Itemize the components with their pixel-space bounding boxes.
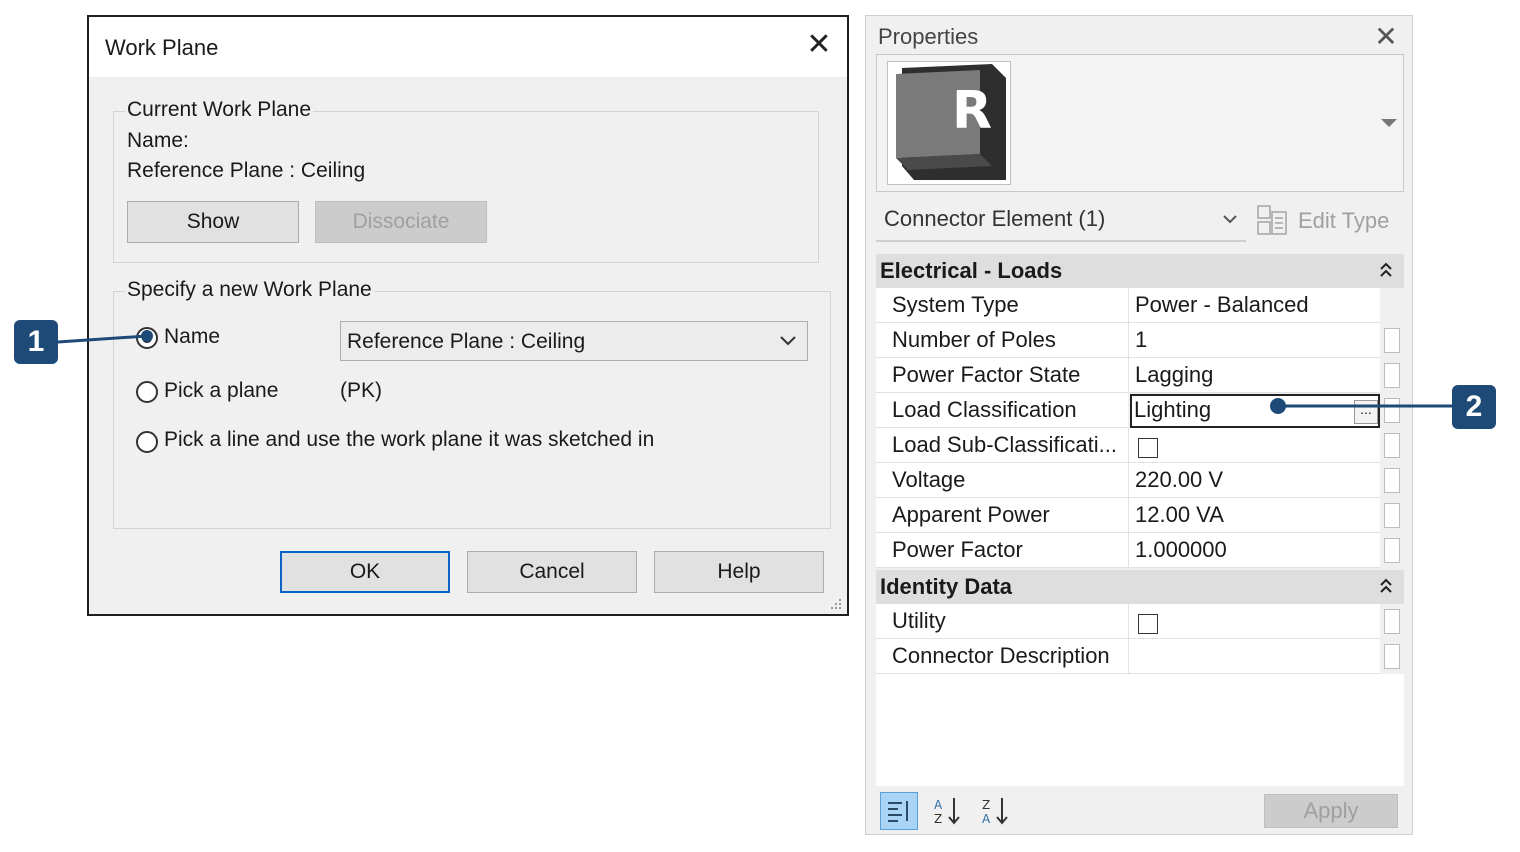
cancel-button[interactable]: Cancel — [467, 551, 637, 593]
sort-by-category-button[interactable] — [880, 792, 918, 830]
prop-value-connector-description[interactable] — [1128, 639, 1380, 674]
name-select[interactable]: Reference Plane : Ceiling — [340, 321, 808, 361]
prop-label-apparent-power: Apparent Power — [876, 498, 1128, 533]
associate-parameter-button[interactable] — [1384, 609, 1400, 634]
prop-value-voltage[interactable]: 220.00 V — [1128, 463, 1380, 498]
prop-label-utility: Utility — [876, 604, 1128, 639]
pick-plane-shortcut: (PK) — [340, 379, 382, 402]
prop-label-power-factor: Power Factor — [876, 533, 1128, 568]
browse-button[interactable]: ... — [1354, 400, 1378, 424]
svg-text:Z: Z — [982, 798, 990, 812]
type-dropdown-icon[interactable] — [1381, 115, 1397, 133]
svg-text:Z: Z — [934, 812, 942, 826]
sort-z-a-icon: ZA — [980, 796, 1010, 831]
utility-checkbox[interactable] — [1138, 614, 1158, 634]
associate-parameter-button[interactable] — [1384, 468, 1400, 493]
associate-parameter-button[interactable] — [1384, 328, 1400, 353]
collapse-icon[interactable] — [1378, 576, 1394, 602]
chevron-down-icon — [779, 332, 797, 356]
prop-value-load-sub-classification — [1128, 428, 1380, 463]
svg-text:R: R — [952, 81, 992, 141]
prop-value-power-factor-state[interactable]: Lagging — [1128, 358, 1380, 393]
properties-empty-area — [876, 674, 1404, 786]
section-identity-data[interactable]: Identity Data — [876, 570, 1404, 604]
pick-line-radio[interactable] — [136, 431, 158, 453]
close-icon[interactable]: ✕ — [1368, 20, 1404, 54]
associate-parameter-button[interactable] — [1384, 433, 1400, 458]
prop-value-apparent-power[interactable]: 12.00 VA — [1128, 498, 1380, 533]
dissociate-button[interactable]: Dissociate — [315, 201, 487, 243]
properties-title: Properties — [878, 24, 979, 49]
chevron-down-icon — [1222, 212, 1238, 230]
associate-parameter-button[interactable] — [1384, 363, 1400, 388]
type-selector-value: Connector Element (1) — [884, 206, 1106, 231]
prop-label-number-of-poles: Number of Poles — [876, 323, 1128, 358]
specify-work-plane-legend: Specify a new Work Plane — [125, 278, 374, 302]
prop-label-load-classification: Load Classification — [876, 393, 1128, 428]
close-icon[interactable]: ✕ — [801, 27, 837, 63]
prop-label-system-type: System Type — [876, 288, 1128, 323]
properties-palette: Properties ✕ R Connector Element (1) Edi… — [865, 15, 1413, 835]
resize-grip-icon[interactable] — [829, 597, 843, 616]
svg-text:A: A — [982, 812, 991, 826]
callout-badge-2: 2 — [1452, 385, 1496, 429]
name-radio[interactable] — [136, 327, 158, 349]
dialog-title: Work Plane — [105, 35, 219, 60]
sort-descending-button[interactable]: ZA — [978, 794, 1012, 828]
apply-button[interactable]: Apply — [1264, 794, 1398, 828]
associate-parameter-button[interactable] — [1384, 398, 1400, 423]
edit-type-button[interactable]: Edit Type — [1256, 204, 1396, 238]
work-plane-dialog: Work Plane ✕ Current Work Plane Name: Re… — [87, 15, 849, 616]
prop-label-load-sub-classification: Load Sub-Classificati... — [876, 428, 1128, 463]
prop-value-number-of-poles[interactable]: 1 — [1128, 323, 1380, 358]
pick-line-label: Pick a line and use the work plane it wa… — [164, 428, 655, 451]
show-button[interactable]: Show — [127, 201, 299, 243]
prop-label-voltage: Voltage — [876, 463, 1128, 498]
current-name-value: Reference Plane : Ceiling — [127, 159, 366, 182]
revit-logo-icon: R — [887, 61, 1011, 185]
associate-parameter-button[interactable] — [1384, 503, 1400, 528]
type-selector[interactable]: Connector Element (1) — [876, 198, 1246, 242]
prop-label-power-factor-state: Power Factor State — [876, 358, 1128, 393]
current-name-label: Name: — [127, 129, 189, 152]
sort-ascending-button[interactable]: AZ — [930, 794, 964, 828]
current-work-plane-legend: Current Work Plane — [125, 98, 314, 122]
ok-button[interactable]: OK — [280, 551, 450, 593]
pick-plane-radio[interactable] — [136, 381, 158, 403]
pick-plane-label: Pick a plane — [164, 379, 279, 402]
categorized-list-icon — [886, 799, 912, 828]
section-title: Electrical - Loads — [880, 258, 1063, 283]
type-image-box[interactable]: R — [876, 54, 1404, 192]
associate-parameter-button[interactable] — [1384, 538, 1400, 563]
edit-type-icon — [1256, 204, 1288, 241]
help-button[interactable]: Help — [654, 551, 824, 593]
sort-a-z-icon: AZ — [932, 796, 962, 831]
section-title: Identity Data — [880, 574, 1013, 599]
collapse-icon[interactable] — [1378, 260, 1394, 286]
edit-type-label: Edit Type — [1298, 208, 1390, 233]
prop-value-utility — [1128, 604, 1380, 639]
callout-badge-1: 1 — [14, 320, 58, 364]
load-sub-classification-checkbox[interactable] — [1138, 438, 1158, 458]
name-radio-label: Name — [164, 325, 221, 348]
prop-value-load-classification: Lighting — [1134, 397, 1212, 422]
section-electrical-loads[interactable]: Electrical - Loads — [876, 254, 1404, 288]
prop-value-system-type[interactable]: Power - Balanced — [1128, 288, 1380, 323]
name-select-value: Reference Plane : Ceiling — [347, 330, 586, 353]
load-classification-field[interactable]: Lighting ... — [1130, 394, 1380, 428]
svg-text:A: A — [934, 798, 943, 812]
associate-parameter-button[interactable] — [1384, 644, 1400, 669]
prop-label-connector-description: Connector Description — [876, 639, 1128, 674]
prop-value-power-factor[interactable]: 1.000000 — [1128, 533, 1380, 568]
